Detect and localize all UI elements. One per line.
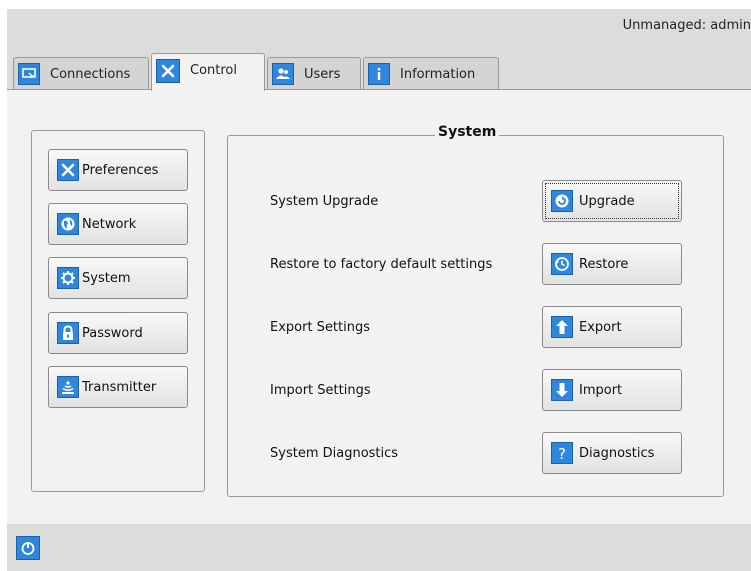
import-button[interactable]: Import [542,369,682,411]
sidebar: Preferences Network System Password Tran… [31,130,205,492]
help-icon: ? [551,442,573,464]
sidebar-item-label: Network [82,216,137,232]
upgrade-button[interactable]: Upgrade [542,180,682,222]
tab-information-label: Information [400,66,476,82]
diagnostics-label: System Diagnostics [270,446,399,461]
sidebar-item-transmitter[interactable]: Transmitter [48,366,188,408]
svg-text:?: ? [558,445,566,461]
restore-icon [551,253,573,275]
app-window: Unmanaged: admin Connections Control Use… [7,9,751,571]
system-upgrade-label: System Upgrade [270,194,379,209]
system-section: System System Upgrade Upgrade Restore to… [227,124,724,497]
upgrade-icon [551,190,573,212]
diagnostics-button[interactable]: ? Diagnostics [542,432,682,474]
section-title: System [435,124,500,140]
tab-control-label: Control [190,63,237,78]
users-icon [272,63,294,85]
diagnostics-button-label: Diagnostics [579,445,655,461]
globe-icon [57,213,79,235]
tab-information[interactable]: Information [363,57,499,90]
power-icon[interactable] [16,536,40,560]
sidebar-item-label: Password [82,325,143,341]
gear-icon [57,267,79,289]
tab-connections-label: Connections [50,66,131,82]
transmitter-icon [57,376,79,398]
tab-control[interactable]: Control [151,53,265,91]
tools-icon [156,58,180,83]
bottom-bar [7,524,751,571]
export-button[interactable]: Export [542,306,682,348]
restore-button-label: Restore [579,256,629,272]
sidebar-item-network[interactable]: Network [48,203,188,245]
control-panel: Preferences Network System Password Tran… [7,89,751,524]
upgrade-button-label: Upgrade [579,193,635,209]
export-button-label: Export [579,319,622,335]
tab-users-label: Users [304,66,341,82]
tab-users[interactable]: Users [267,57,361,90]
sidebar-item-password[interactable]: Password [48,312,188,354]
tab-connections[interactable]: Connections [13,57,149,90]
sidebar-item-label: Preferences [82,162,159,178]
restore-button[interactable]: Restore [542,243,682,285]
restore-label: Restore to factory default settings [270,257,493,272]
info-icon [368,63,390,85]
export-label: Export Settings [270,320,371,335]
import-button-label: Import [579,382,623,398]
export-arrow-icon [551,316,573,338]
import-label: Import Settings [270,383,371,398]
status-text: Unmanaged: admin [622,18,751,33]
tools-icon [57,159,79,181]
lock-icon [57,322,79,344]
sidebar-item-label: Transmitter [82,379,157,395]
import-arrow-icon [551,379,573,401]
connections-icon [18,63,40,85]
sidebar-item-system[interactable]: System [48,257,188,299]
sidebar-item-preferences[interactable]: Preferences [48,149,188,191]
sidebar-item-label: System [82,270,131,286]
